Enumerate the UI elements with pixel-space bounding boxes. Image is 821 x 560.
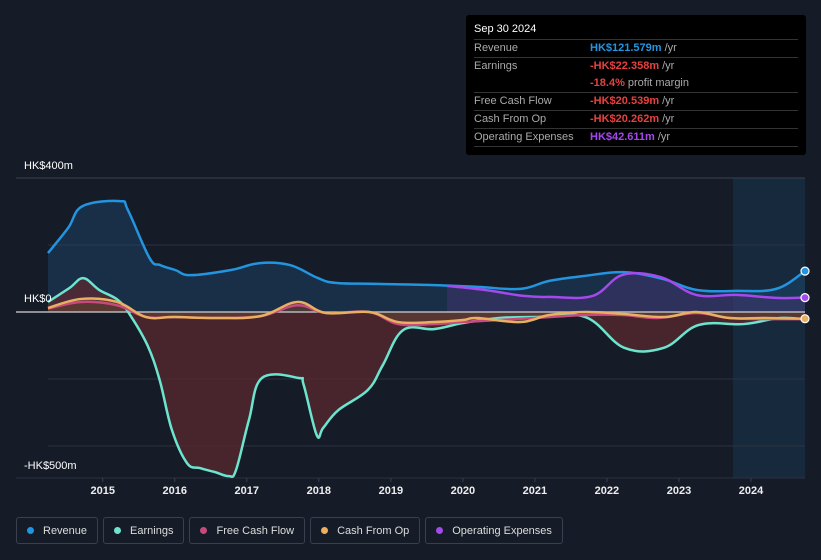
tooltip-label: Cash From Op bbox=[474, 113, 547, 125]
x-tick-label: 2023 bbox=[666, 485, 692, 497]
tooltip-unit: /yr bbox=[664, 42, 677, 54]
tooltip-label bbox=[474, 75, 590, 92]
endpoint-operating-expenses bbox=[800, 292, 810, 303]
tooltip-label: Free Cash Flow bbox=[474, 95, 552, 107]
y-label-bottom: -HK$500m bbox=[24, 460, 77, 472]
x-tick-label: 2019 bbox=[378, 485, 404, 497]
legend-item-operating-expenses[interactable]: Operating Expenses bbox=[425, 517, 563, 544]
legend-dot-icon bbox=[27, 527, 34, 534]
tooltip-row: -18.4% profit margin bbox=[474, 75, 798, 93]
legend-label: Cash From Op bbox=[337, 524, 410, 537]
x-tick-label: 2018 bbox=[306, 485, 332, 497]
endpoint-revenue bbox=[800, 266, 810, 276]
legend: Revenue Earnings Free Cash Flow Cash From O… bbox=[16, 517, 563, 544]
legend-dot-icon bbox=[114, 527, 122, 534]
legend-item-earnings[interactable]: Earnings bbox=[103, 517, 185, 544]
tooltip-unit: /yr bbox=[662, 95, 675, 107]
y-label-zero: HK$0 bbox=[24, 293, 52, 305]
x-tick-label: 2022 bbox=[594, 485, 620, 497]
tooltip-label: Earnings bbox=[474, 60, 518, 72]
legend-label: Free Cash Flow bbox=[216, 524, 295, 537]
tooltip-label: Revenue bbox=[474, 42, 519, 54]
x-tick-label: 2017 bbox=[234, 485, 260, 497]
tooltip-row: Revenue HK$121.579m/yr bbox=[474, 40, 798, 58]
legend-item-cash-from-op[interactable]: Cash From Op bbox=[310, 517, 421, 544]
tooltip-unit: /yr bbox=[657, 131, 671, 143]
tooltip-value: -18.4% bbox=[590, 77, 625, 89]
legend-dot-icon bbox=[321, 527, 329, 534]
tooltip-unit: /yr bbox=[662, 60, 675, 72]
tooltip-row: Earnings -HK$22.358m/yr bbox=[474, 58, 798, 75]
x-tick-label: 2024 bbox=[738, 485, 764, 497]
tooltip-unit: profit margin bbox=[627, 77, 689, 89]
legend-label: Revenue bbox=[43, 524, 88, 537]
legend-dot-icon bbox=[200, 527, 208, 534]
legend-label: Earnings bbox=[130, 524, 174, 537]
tooltip-unit: /yr bbox=[662, 113, 675, 125]
legend-label: Operating Expenses bbox=[452, 524, 552, 537]
tooltip-value: -HK$22.358m bbox=[590, 60, 660, 72]
endpoint-cash-from-op bbox=[800, 314, 810, 324]
legend-item-revenue[interactable]: Revenue bbox=[16, 517, 99, 544]
tooltip-row: Free Cash Flow -HK$20.539m/yr bbox=[474, 93, 798, 111]
y-label-top: HK$400m bbox=[24, 160, 73, 172]
tooltip-label: Operating Expenses bbox=[474, 131, 574, 143]
tooltip-row: Operating Expenses HK$42.611m/yr bbox=[474, 129, 798, 147]
x-tick-label: 2016 bbox=[162, 485, 188, 497]
tooltip-row: Cash From Op -HK$20.262m/yr bbox=[474, 111, 798, 129]
tooltip-value: -HK$20.262m bbox=[590, 113, 660, 125]
legend-item-free-cash-flow[interactable]: Free Cash Flow bbox=[189, 517, 306, 544]
tooltip-value: -HK$20.539m bbox=[590, 95, 660, 107]
x-tick-label: 2020 bbox=[450, 485, 476, 497]
forecast-highlight bbox=[733, 178, 805, 478]
tooltip-date: Sep 30 2024 bbox=[474, 23, 798, 40]
tooltip: Sep 30 2024 Revenue HK$121.579m/yr Earning… bbox=[466, 15, 806, 155]
x-tick-label: 2015 bbox=[90, 485, 115, 497]
x-tick-label: 2021 bbox=[522, 485, 548, 497]
tooltip-value: HK$121.579m bbox=[590, 42, 662, 54]
tooltip-value: HK$42.611m bbox=[590, 131, 655, 143]
legend-dot-icon bbox=[436, 527, 444, 534]
